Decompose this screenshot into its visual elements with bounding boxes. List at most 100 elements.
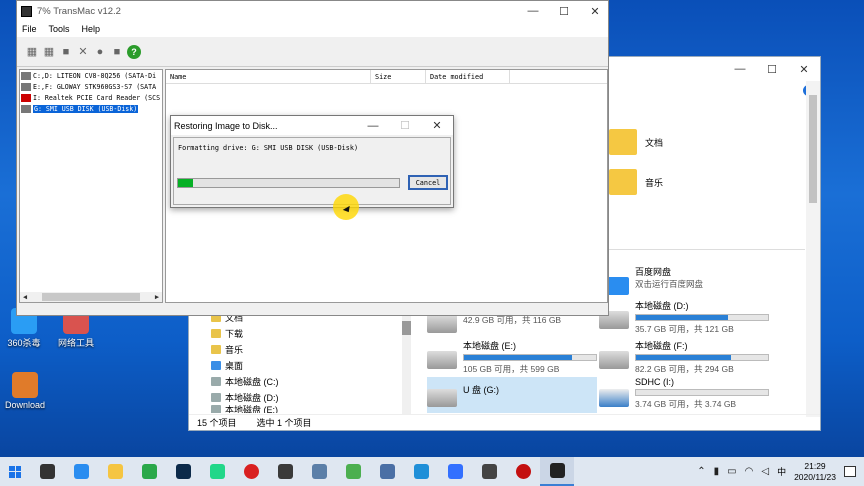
drive-row-i[interactable]: I: Realtek PCIE Card Reader (SCS [20,92,162,103]
scrollbar-thumb[interactable] [809,95,817,203]
drive-info: SDHC (I:) 3.74 GB 可用，共 3.74 GB [635,377,769,413]
nav-item-downloads[interactable]: 下载 [211,325,411,341]
scroll-right-icon[interactable]: ▶ [152,293,162,301]
folder-icon[interactable]: ■ [110,45,124,59]
drive-tile-usb-g[interactable]: U 盘 (G:) [427,377,597,413]
ime-indicator[interactable]: 中 [777,465,786,478]
minimize-button[interactable]: — [357,120,389,132]
wifi-icon[interactable]: ◠ [745,466,754,477]
sd-card-icon [599,389,629,407]
music-icon [211,344,221,354]
taskbar-app-button[interactable] [132,457,166,486]
nav-label: 本地磁盘 (D:) [225,392,279,403]
nav-item-music[interactable]: 音乐 [211,341,411,357]
folder-music[interactable]: 音乐 [609,169,663,195]
horizontal-scrollbar[interactable]: ◀ ▶ [20,292,162,302]
microphone-icon[interactable]: ▮ [714,466,720,477]
help-icon[interactable]: ? [127,44,141,59]
chevron-up-icon[interactable]: ⌃ [697,466,705,477]
start-button[interactable] [0,457,30,486]
restore-image-dialog: Restoring Image to Disk... — ☐ ✕ Formatt… [170,115,454,208]
desktop-icon-download[interactable]: Download [0,372,53,410]
drive-capacity: 35.7 GB 可用，共 121 GB [635,324,734,334]
column-size[interactable]: Size [371,70,426,83]
taskbar-app-button[interactable] [234,457,268,486]
drive-icon [211,376,221,386]
nav-item-drive-c[interactable]: 本地磁盘 (C:) [211,373,411,389]
download-icon [211,328,221,338]
clock-date: 2020/11/23 [794,471,836,482]
maximize-button[interactable]: ☐ [389,119,421,132]
taskbar-app-button[interactable] [540,457,574,486]
column-name[interactable]: Name [166,70,371,83]
copy-to-mac-icon[interactable]: ▦ [25,45,39,59]
taskbar-app-button[interactable] [336,457,370,486]
menu-tools[interactable]: Tools [49,24,70,34]
battery-icon[interactable]: ▭ [727,466,736,477]
drive-row-cd[interactable]: C:,D: LITEON CV8-8Q256 (SATA-Di [20,70,162,81]
drive-usage-bar [635,354,769,361]
taskbar-app-button[interactable] [472,457,506,486]
delete-icon[interactable]: ✕ [76,45,90,59]
photoshop-icon [175,464,191,479]
nav-item-drive-e[interactable]: 本地磁盘 (E:) [211,405,411,413]
volume-icon[interactable]: ◁ [761,466,769,477]
nav-label: 本地磁盘 (C:) [225,376,279,387]
taskbar-app-button[interactable] [268,457,302,486]
taskbar-app-button[interactable] [30,457,64,486]
column-date-modified[interactable]: Date modified [426,70,510,83]
pycharm-icon [209,464,225,479]
desktop-icon-label: 360杀毒 [7,338,41,348]
menu-bar: File Tools Help [17,21,608,37]
menu-file[interactable]: File [22,24,37,34]
clock[interactable]: 21:29 2020/11/23 [794,461,836,483]
drive-tile-d[interactable]: 本地磁盘 (D:) 35.7 GB 可用，共 121 GB [599,299,769,335]
nav-item-drive-d[interactable]: 本地磁盘 (D:) [211,389,411,405]
nav-scrollbar[interactable] [402,315,411,415]
close-button[interactable]: ✕ [421,119,453,132]
taskbar-app-button[interactable] [64,457,98,486]
taskbar-app-button[interactable] [302,457,336,486]
folder-icon [609,129,637,155]
taskbar-app-button[interactable] [98,457,132,486]
close-button[interactable]: ✕ [788,63,820,76]
section-divider [609,249,805,250]
taskbar-app-button[interactable] [370,457,404,486]
notification-icon[interactable] [844,466,856,477]
drive-info: 本地磁盘 (E:) 105 GB 可用，共 599 GB [463,339,597,375]
drive-row-ef[interactable]: E:,F: GLOWAY STK960GS3-S7 (SATA [20,81,162,92]
scroll-left-icon[interactable]: ◀ [20,293,30,301]
mouse-cursor-highlight [333,194,359,220]
drive-tile-sdhc[interactable]: SDHC (I:) 3.74 GB 可用，共 3.74 GB [599,377,769,413]
new-folder-icon[interactable]: ■ [59,45,73,59]
nav-item-desktop[interactable]: 桌面 [211,357,411,373]
taskbar-app-button[interactable] [506,457,540,486]
minimize-button[interactable]: — [520,5,546,17]
maximize-button[interactable]: ☐ [551,5,577,18]
close-button[interactable]: ✕ [582,5,608,18]
record-icon [243,464,259,479]
nav-label: 下载 [225,328,244,339]
scrollbar-thumb[interactable] [42,293,140,301]
drive-tile-e[interactable]: 本地磁盘 (E:) 105 GB 可用，共 599 GB [427,339,597,375]
taskbar-app-button[interactable] [200,457,234,486]
folder-documents[interactable]: 文档 [609,129,663,155]
content-scrollbar[interactable] [806,81,820,417]
drive-tile-f[interactable]: 本地磁盘 (F:) 82.2 GB 可用，共 294 GB [599,339,769,375]
nav-label: 音乐 [225,344,244,355]
folder-label: 文档 [645,137,664,148]
taskbar-app-button[interactable] [404,457,438,486]
maximize-button[interactable]: ☐ [756,63,788,76]
drive-tile-baidu[interactable]: 百度网盘 双击运行百度网盘 [599,265,769,301]
minimize-button[interactable]: — [724,63,756,75]
drive-capacity: 双击运行百度网盘 [635,279,704,289]
copy-to-pc-icon[interactable]: ▦ [42,45,56,59]
scrollbar-thumb[interactable] [402,321,411,335]
taskbar-app-button[interactable] [166,457,200,486]
info-icon[interactable]: ● [93,45,107,59]
cancel-button[interactable]: Cancel [408,175,448,190]
menu-help[interactable]: Help [82,24,101,34]
drive-row-g[interactable]: G: SMI USB DISK (USB-Disk) [20,103,162,114]
drive-capacity: 105 GB 可用，共 599 GB [463,364,560,374]
taskbar-app-button[interactable] [438,457,472,486]
